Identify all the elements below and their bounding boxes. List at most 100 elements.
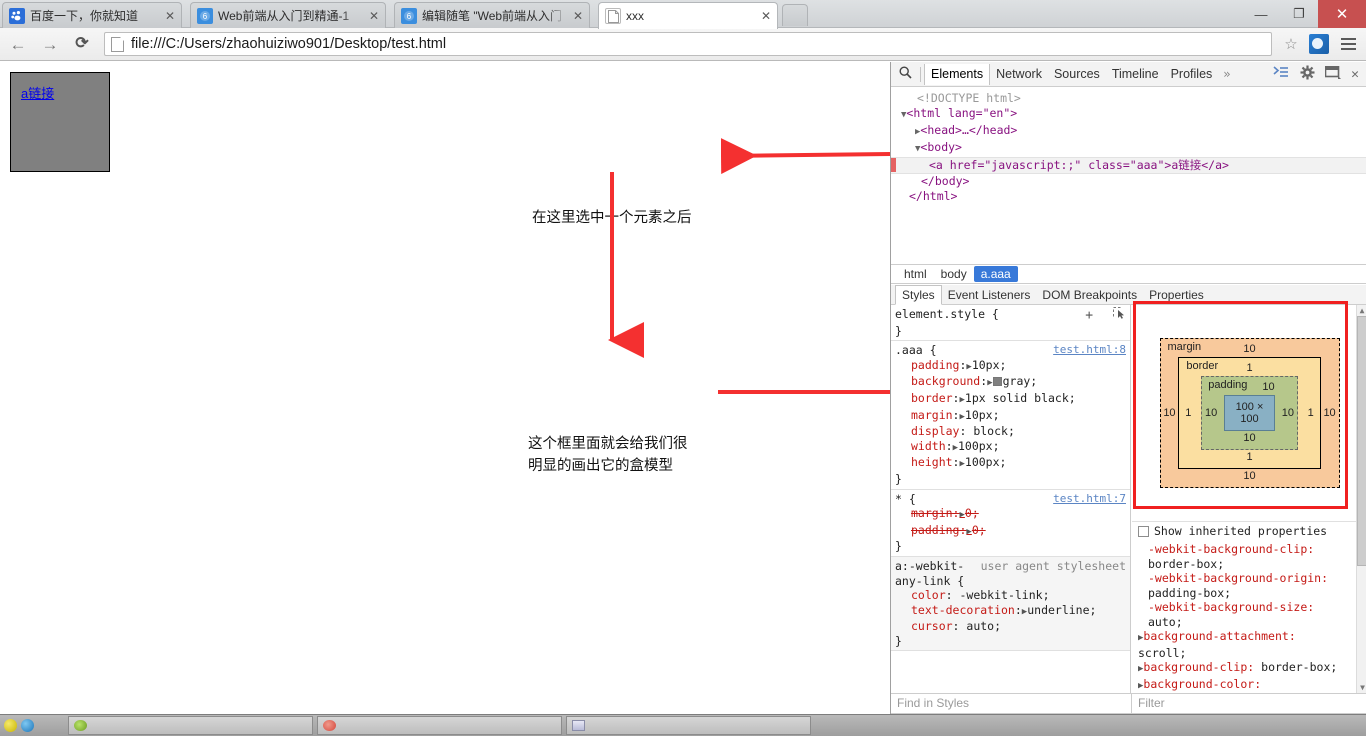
property-value: 100px;	[958, 439, 1000, 453]
computed-property-row[interactable]: ▶background-clip: border-box;	[1138, 660, 1366, 677]
extension-icon[interactable]	[1309, 34, 1329, 54]
add-rule-icon[interactable]: +	[1085, 308, 1093, 323]
close-icon[interactable]: ✕	[367, 9, 381, 23]
box-model-margin[interactable]: margin 10 10 border 1 1 padding 10	[1160, 338, 1340, 488]
property-name: background	[911, 374, 980, 388]
tab-styles[interactable]: Styles	[895, 285, 942, 305]
tab-dom-breakpoints[interactable]: DOM Breakpoints	[1036, 287, 1143, 303]
browser-tab-1[interactable]: 6 Web前端从入门到精通-1 ✕	[190, 2, 386, 28]
close-devtools-icon[interactable]: ✕	[1346, 67, 1364, 82]
breadcrumb-item-body[interactable]: body	[934, 266, 974, 282]
minimize-button[interactable]: —	[1242, 0, 1280, 28]
search-icon[interactable]	[893, 66, 917, 83]
close-icon[interactable]: ✕	[163, 9, 177, 23]
css-property-height[interactable]: height:▶100px;	[895, 455, 1130, 472]
scroll-down-icon[interactable]: ▼	[1357, 682, 1366, 693]
computed-property-row[interactable]: -webkit-background-clip:	[1138, 542, 1366, 557]
find-in-styles-input[interactable]: Find in Styles	[891, 694, 1132, 713]
window-controls: — ❐ ✕	[1242, 0, 1366, 28]
dom-node-text: <body>	[920, 140, 962, 154]
css-property-margin-disabled[interactable]: margin:▶0;	[895, 506, 1130, 523]
show-inherited-checkbox[interactable]	[1138, 526, 1149, 537]
page-link[interactable]: a链接	[21, 86, 54, 101]
dom-line-body-open[interactable]: ▼<body>	[897, 140, 1366, 157]
computed-property-value: auto;	[1138, 615, 1366, 630]
browser-tab-3[interactable]: xxx ✕	[598, 2, 778, 29]
dom-line-selected-node[interactable]: <a href="javascript:;" class="aaa">a链接</…	[891, 157, 1366, 174]
padding-left-value[interactable]: 10	[1202, 407, 1220, 419]
breadcrumb-item-a-aaa[interactable]: a.aaa	[974, 266, 1018, 282]
chrome-menu-button[interactable]	[1334, 35, 1362, 53]
rule-selector[interactable]: * {	[895, 492, 916, 507]
new-tab-button[interactable]	[782, 4, 808, 26]
page-icon	[111, 37, 124, 52]
bookmark-button[interactable]: ☆	[1278, 35, 1304, 53]
css-property-display[interactable]: display: block;	[895, 424, 1130, 439]
browser-tab-2[interactable]: 6 编辑随笔 "Web前端从入门 ✕	[394, 2, 590, 28]
app-icon-yellow[interactable]	[4, 719, 17, 732]
border-left-value[interactable]: 1	[1179, 407, 1197, 419]
scroll-up-icon[interactable]: ▲	[1357, 305, 1366, 316]
box-model-padding[interactable]: padding 10 10 100 × 100 10 10	[1201, 376, 1298, 450]
browser-tab-0[interactable]: 百度一下，你就知道 ✕	[2, 2, 182, 28]
box-model-margin-label: margin	[1168, 341, 1202, 353]
border-bottom-value[interactable]: 1	[1179, 450, 1319, 465]
computed-property-row[interactable]: -webkit-background-size:	[1138, 600, 1366, 615]
css-property-background[interactable]: background:▶gray;	[895, 374, 1130, 391]
css-property-width[interactable]: width:▶100px;	[895, 439, 1130, 456]
close-icon[interactable]: ✕	[571, 9, 585, 23]
dock-icon[interactable]	[1320, 66, 1346, 83]
dom-line-head[interactable]: ▶<head>…</head>	[897, 123, 1366, 140]
computed-property-row[interactable]: ▶background-attachment:	[1138, 629, 1366, 646]
more-panels-button[interactable]: »	[1218, 67, 1235, 81]
back-button[interactable]: ←	[4, 30, 32, 58]
box-model-border[interactable]: border 1 1 padding 10 10 100 × 100	[1178, 357, 1320, 469]
close-icon[interactable]: ✕	[759, 9, 773, 23]
box-model-content[interactable]: 100 × 100	[1224, 395, 1275, 431]
computed-property-value: border-box;	[1138, 557, 1366, 572]
computed-property-row[interactable]: -webkit-background-origin:	[1138, 571, 1366, 586]
taskbar-item-2[interactable]	[566, 716, 811, 735]
dom-line-html-open[interactable]: ▼<html lang="en">	[897, 106, 1366, 123]
css-property-margin[interactable]: margin:▶10px;	[895, 408, 1130, 425]
panel-tab-timeline[interactable]: Timeline	[1106, 64, 1165, 85]
maximize-button[interactable]: ❐	[1280, 0, 1318, 28]
computed-property-row[interactable]: ▶background-color:	[1138, 677, 1366, 694]
css-property-padding[interactable]: padding:▶10px;	[895, 358, 1130, 375]
app-icon-blue[interactable]	[21, 719, 34, 732]
computed-scrollbar[interactable]: ▲ ▼	[1356, 305, 1366, 693]
quick-launch	[4, 719, 64, 732]
panel-tab-network[interactable]: Network	[990, 64, 1048, 85]
color-swatch[interactable]	[993, 377, 1002, 386]
address-bar[interactable]: file:///C:/Users/zhaohuiziwo901/Desktop/…	[104, 32, 1272, 56]
panel-tab-profiles[interactable]: Profiles	[1165, 64, 1219, 85]
filter-input[interactable]: Filter	[1132, 694, 1366, 713]
css-property-border[interactable]: border:▶1px solid black;	[895, 391, 1130, 408]
taskbar-item-0[interactable]	[68, 716, 313, 735]
reload-button[interactable]: ⟳	[68, 30, 96, 58]
styles-pane[interactable]: element.style { + } .aaa { test.html:8 p…	[891, 305, 1131, 693]
scrollbar-thumb[interactable]	[1357, 316, 1366, 566]
margin-left-value[interactable]: 10	[1161, 407, 1179, 419]
close-window-button[interactable]: ✕	[1318, 0, 1366, 28]
css-property-padding-disabled[interactable]: padding:▶0;	[895, 523, 1130, 540]
console-drawer-icon[interactable]	[1268, 66, 1294, 82]
margin-bottom-value[interactable]: 10	[1161, 469, 1339, 484]
panel-tab-sources[interactable]: Sources	[1048, 64, 1106, 85]
margin-right-value[interactable]: 10	[1321, 407, 1339, 419]
rule-source-link[interactable]: test.html:8	[1053, 343, 1130, 358]
show-inherited-row[interactable]: Show inherited properties	[1132, 521, 1366, 540]
gear-icon[interactable]	[1294, 65, 1320, 84]
rule-selector[interactable]: .aaa {	[895, 343, 937, 358]
rule-source-link[interactable]: test.html:7	[1053, 492, 1130, 507]
panel-tab-elements[interactable]: Elements	[924, 64, 990, 85]
border-right-value[interactable]: 1	[1302, 407, 1320, 419]
element-picker-icon[interactable]	[1106, 309, 1126, 322]
forward-button[interactable]: →	[36, 30, 64, 58]
tab-properties[interactable]: Properties	[1143, 287, 1210, 303]
tab-event-listeners[interactable]: Event Listeners	[942, 287, 1037, 303]
padding-right-value[interactable]: 10	[1279, 407, 1297, 419]
padding-bottom-value[interactable]: 10	[1202, 431, 1297, 446]
taskbar-item-1[interactable]	[317, 716, 562, 735]
breadcrumb-item-html[interactable]: html	[897, 266, 934, 282]
